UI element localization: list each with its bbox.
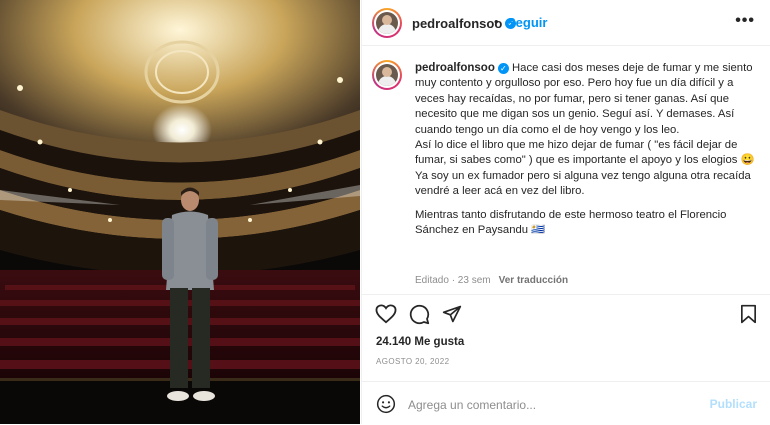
author-name-row: pedroalfonsoo ✓ [412, 15, 517, 33]
post-side-panel: pedroalfonsoo ✓ • Seguir ••• pedroalfonso… [361, 0, 770, 424]
post-photo[interactable] [0, 0, 360, 424]
publish-button[interactable]: Publicar [710, 397, 757, 411]
share-icon[interactable] [442, 304, 462, 324]
heart-icon[interactable] [375, 304, 397, 324]
post-meta: Editado · 23 sem Ver traducción [415, 275, 568, 286]
comment-box: Publicar [362, 381, 770, 425]
post-caption: pedroalfonsoo ✓ Hace casi dos meses deje … [415, 61, 755, 238]
caption-paragraph-3: Ya soy un ex fumador pero si alguna vez … [415, 169, 751, 198]
likes-count[interactable]: 24.140 Me gusta [376, 336, 464, 348]
caption-paragraph-4: Mientras tanto disfrutando de este hermo… [415, 208, 727, 237]
caption-username[interactable]: pedroalfonsoo [415, 62, 495, 74]
post-date: AGOSTO 20, 2022 [376, 357, 450, 366]
theater-photo-illustration [0, 0, 360, 424]
edited-time: Editado · 23 sem [415, 275, 491, 286]
more-options-icon[interactable]: ••• [735, 12, 755, 30]
translate-link[interactable]: Ver traducción [499, 275, 568, 286]
comment-icon[interactable] [409, 304, 430, 325]
post-header: pedroalfonsoo ✓ • Seguir ••• [362, 0, 770, 46]
follow-button[interactable]: Seguir [507, 15, 547, 30]
caption-paragraph-2: Así lo dice el libro que me hizo dejar d… [415, 139, 755, 167]
comment-input[interactable] [406, 394, 700, 416]
caption-paragraph-1: pedroalfonsoo ✓ Hace casi dos meses deje … [415, 61, 755, 138]
instagram-post-view: pedroalfonsoo ✓ • Seguir ••• pedroalfonso… [0, 0, 770, 424]
author-username[interactable]: pedroalfonsoo [412, 16, 502, 31]
separator-dot: • [494, 14, 499, 29]
verified-badge-icon: ✓ [497, 62, 509, 74]
author-avatar[interactable] [372, 8, 402, 38]
caption-avatar[interactable] [372, 60, 402, 90]
emoji-icon[interactable] [376, 394, 396, 414]
bookmark-icon[interactable] [740, 304, 757, 324]
action-bar [362, 294, 770, 333]
